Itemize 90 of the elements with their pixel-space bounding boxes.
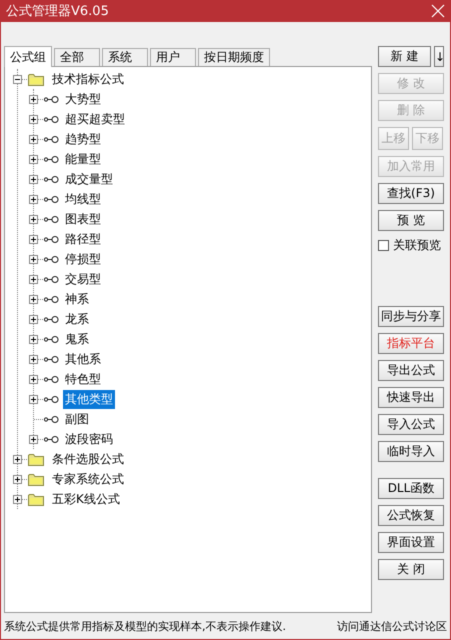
tree-item[interactable]: 龙系 — [63, 310, 91, 328]
tree-item[interactable]: 均线型 — [63, 190, 103, 208]
forum-link[interactable]: 访问通达信公式讨论区 — [337, 618, 447, 634]
action-button[interactable]: 查找(F3) — [378, 183, 444, 204]
key-icon — [44, 294, 59, 304]
key-icon — [44, 274, 59, 284]
action-button[interactable]: 新 建 — [378, 46, 431, 67]
key-icon — [44, 434, 59, 444]
folder-icon — [28, 492, 44, 506]
action-button[interactable]: ↓ — [434, 46, 444, 67]
tree-item[interactable]: 图表型 — [63, 210, 103, 228]
expander-icon[interactable] — [13, 474, 22, 484]
status-text: 系统公式提供常用指标及模型的实现样本,不表示操作建议. — [4, 618, 286, 634]
expander-icon[interactable] — [29, 434, 38, 444]
tab[interactable]: 系统 — [102, 48, 148, 66]
expander-icon[interactable] — [29, 394, 38, 404]
action-button[interactable]: 指标平台 — [378, 333, 444, 354]
expander-icon[interactable] — [29, 334, 38, 344]
tree-item[interactable]: 五彩K线公式 — [50, 490, 122, 508]
action-button[interactable]: 导入公式 — [378, 414, 444, 435]
tab[interactable]: 全部 — [54, 48, 100, 66]
key-icon — [44, 174, 59, 184]
checkbox-label: 关联预览 — [393, 237, 441, 254]
expander-icon[interactable] — [29, 274, 38, 284]
expander-icon[interactable] — [29, 234, 38, 244]
tree-item[interactable]: 特色型 — [63, 370, 103, 388]
expander-icon[interactable] — [29, 314, 38, 324]
action-button[interactable]: 快速导出 — [378, 387, 444, 408]
expander-icon[interactable] — [29, 114, 38, 124]
tree-item[interactable]: 能量型 — [63, 150, 103, 168]
tab[interactable]: 公式组 — [4, 46, 52, 67]
tree-item[interactable]: 路径型 — [63, 230, 103, 248]
expander-icon[interactable] — [29, 294, 38, 304]
tree-item[interactable]: 趋势型 — [63, 130, 103, 148]
expander-icon[interactable] — [29, 254, 38, 264]
key-icon — [44, 214, 59, 224]
key-icon — [44, 154, 59, 164]
expander-icon[interactable] — [29, 354, 38, 364]
action-button[interactable]: 关 闭 — [378, 559, 444, 580]
key-icon — [44, 114, 59, 124]
folder-icon — [28, 472, 44, 486]
tree-item[interactable]: 停损型 — [63, 250, 103, 268]
tree-item[interactable]: 副图 — [63, 410, 91, 428]
key-icon — [44, 94, 59, 104]
expander-icon[interactable] — [29, 174, 38, 184]
key-icon — [44, 354, 59, 364]
key-icon — [44, 414, 59, 424]
expander-icon[interactable] — [29, 94, 38, 104]
tree-item[interactable]: 波段密码 — [63, 430, 115, 448]
action-button[interactable]: 界面设置 — [378, 532, 444, 553]
action-button[interactable]: DLL函数 — [378, 478, 444, 499]
tree-item[interactable]: 其他系 — [63, 350, 103, 368]
tree-item[interactable]: 超买超卖型 — [63, 110, 127, 128]
tree-item[interactable]: 条件选股公式 — [50, 450, 126, 468]
tree-item[interactable]: 交易型 — [63, 270, 103, 288]
action-button[interactable]: 预 览 — [378, 210, 444, 231]
tree-item[interactable]: 技术指标公式 — [50, 70, 126, 88]
expander-icon[interactable] — [29, 194, 38, 204]
folder-icon — [28, 452, 44, 466]
expander-icon[interactable] — [29, 374, 38, 384]
tree-item[interactable]: 大势型 — [63, 90, 103, 108]
tree-item[interactable]: 神系 — [63, 290, 91, 308]
action-button[interactable]: 公式恢复 — [378, 505, 444, 526]
checkbox[interactable] — [378, 240, 389, 251]
action-button[interactable]: 导出公式 — [378, 360, 444, 381]
folder-icon — [28, 72, 44, 86]
key-icon — [44, 254, 59, 264]
tree-item[interactable]: 成交量型 — [63, 170, 115, 188]
expander-icon[interactable] — [29, 154, 38, 164]
key-icon — [44, 314, 59, 324]
expander-icon[interactable] — [13, 74, 22, 84]
action-button[interactable]: 临时导入 — [378, 441, 444, 462]
key-icon — [44, 234, 59, 244]
tab[interactable]: 用户 — [150, 48, 196, 66]
key-icon — [44, 134, 59, 144]
close-icon[interactable] — [431, 4, 445, 18]
tree-item[interactable]: 鬼系 — [63, 330, 91, 348]
key-icon — [44, 194, 59, 204]
tab[interactable]: 按日期频度 — [198, 48, 270, 66]
key-icon — [44, 374, 59, 384]
expander-icon[interactable] — [13, 454, 22, 464]
window-title: 公式管理器V6.05 — [6, 3, 109, 20]
expander-icon[interactable] — [29, 134, 38, 144]
tree-item[interactable]: 其他类型 — [63, 390, 115, 408]
key-icon — [44, 394, 59, 404]
action-button[interactable]: 同步与分享 — [378, 306, 444, 327]
expander-icon[interactable] — [29, 214, 38, 224]
key-icon — [44, 334, 59, 344]
expander-icon[interactable] — [13, 494, 22, 504]
tree-item[interactable]: 专家系统公式 — [50, 470, 126, 488]
